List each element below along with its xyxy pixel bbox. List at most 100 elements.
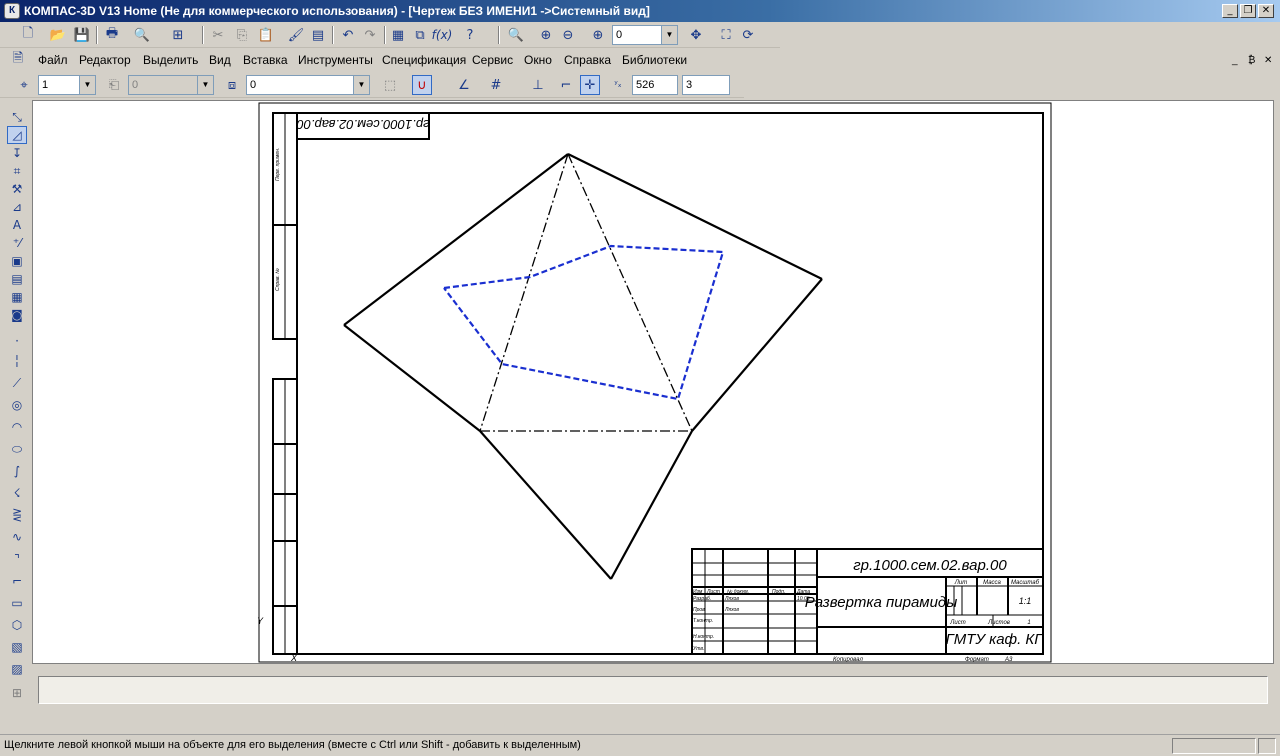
segment-icon[interactable]: ⟋ — [7, 374, 27, 392]
chamfer-icon[interactable]: ⌝ — [7, 550, 27, 568]
editing-icon[interactable]: ⚒ — [7, 180, 27, 198]
variables-icon[interactable]: f(x) — [432, 25, 453, 45]
separator — [498, 26, 500, 44]
menu-specification[interactable]: Спецификация — [382, 53, 466, 67]
lit-label: Лит — [954, 580, 967, 586]
layout-icon[interactable]: ⊞ — [168, 25, 188, 45]
auxiliary-line-icon[interactable]: ╎ — [7, 352, 27, 370]
zoom-scale-combo[interactable]: 0 ▼ — [612, 25, 678, 45]
format-label: Формат — [965, 657, 989, 663]
minimize-button[interactable]: _ — [1222, 4, 1238, 18]
point-icon[interactable]: · — [7, 332, 27, 350]
chevron-down-icon[interactable]: ▼ — [197, 76, 213, 94]
help-pointer-icon[interactable]: ? — [460, 25, 480, 45]
macro-icon[interactable]: ⊞ — [7, 684, 27, 702]
circle-icon[interactable]: ◎ — [7, 396, 27, 414]
zoom-window-icon[interactable]: 🔍 — [506, 25, 526, 45]
arc-icon[interactable]: ◠ — [7, 418, 27, 436]
zoom-in-icon[interactable]: ⊕ — [536, 25, 556, 45]
polygon-icon[interactable]: ⬡ — [7, 616, 27, 634]
menu-service[interactable]: Сервис — [472, 53, 513, 67]
copy-icon[interactable]: ⎘ — [232, 25, 252, 45]
menu-window[interactable]: Окно — [524, 53, 552, 67]
zoom-scale-icon[interactable]: ⊕ — [588, 25, 608, 45]
orthogonal-mode-icon[interactable]: ⌐ — [556, 75, 576, 95]
bezier-icon[interactable]: ∿ — [7, 528, 27, 546]
fillet-icon[interactable]: ⌐ — [7, 572, 27, 590]
layer-state-icon[interactable]: ⎗ — [104, 75, 124, 95]
row-doc: № докум. — [727, 589, 749, 595]
curve-icon[interactable]: ∫ — [7, 462, 27, 480]
library-icon[interactable]: ⧉ — [410, 25, 430, 45]
paste-icon[interactable]: 📋 — [256, 25, 276, 45]
associative-views-icon[interactable]: ▣ — [7, 252, 27, 270]
snap-step-icon[interactable]: ⌖ — [14, 75, 34, 95]
zoom-out-icon[interactable]: ⊖ — [558, 25, 578, 45]
chevron-down-icon[interactable]: ▼ — [661, 26, 677, 44]
fill-icon[interactable]: ▨ — [7, 660, 27, 678]
rectangle-icon[interactable]: ▭ — [7, 594, 27, 612]
magnet-snap-icon[interactable]: ∪ — [412, 75, 432, 95]
hatch-icon[interactable]: ▧ — [7, 638, 27, 656]
x-coordinate-field[interactable]: 526 — [632, 75, 678, 95]
nurbs-icon[interactable]: ☇ — [7, 484, 27, 502]
new-document-icon[interactable]: 🗋 — [18, 25, 38, 45]
ellipse-icon[interactable]: ⬭ — [7, 440, 27, 458]
step-combo[interactable]: 1 ▼ — [38, 75, 96, 95]
menu-file[interactable]: Файл — [38, 53, 68, 67]
drawing-canvas[interactable]: Перв. примен. Справ. № гр.1000.сем.02.ва… — [32, 100, 1274, 664]
menu-tools[interactable]: Инструменты — [298, 53, 373, 67]
style-combo[interactable]: 0 ▼ — [246, 75, 370, 95]
symbols-icon[interactable]: ⌗ — [7, 162, 27, 180]
y-coordinate-field[interactable]: 3 — [682, 75, 730, 95]
manager-icon[interactable]: ▦ — [388, 25, 408, 45]
doc-restore-button[interactable]: ₿ — [1248, 55, 1255, 66]
undo-icon[interactable]: ↶ — [338, 25, 358, 45]
polyline-icon[interactable]: ⋛ — [7, 506, 27, 524]
menu-select[interactable]: Выделить — [143, 53, 198, 67]
view-state-icon[interactable]: ⬚ — [380, 75, 400, 95]
menu-edit[interactable]: Редактор — [79, 53, 131, 67]
fit-view-icon[interactable]: ⛶ — [716, 25, 736, 45]
dimensions-icon[interactable]: ↧ — [7, 144, 27, 162]
preview-icon[interactable]: 🔍 — [132, 25, 152, 45]
geometry-panel-icon[interactable]: ⤡ — [7, 108, 27, 126]
specification-icon[interactable]: ▤ — [7, 270, 27, 288]
selection-icon[interactable]: ⁺⁄ — [7, 234, 27, 252]
scale-label: Масштаб — [1011, 580, 1040, 586]
parametrization-icon[interactable]: ⊿ — [7, 198, 27, 216]
local-cs-icon[interactable]: ⊥ — [528, 75, 548, 95]
insert-icon[interactable]: ◙ — [7, 306, 27, 324]
pan-icon[interactable]: ✥ — [686, 25, 706, 45]
doc-minimize-button[interactable]: _ — [1232, 55, 1238, 66]
save-icon[interactable]: 💾 — [72, 25, 92, 45]
format-brush-icon[interactable]: 🖌 — [286, 25, 306, 45]
print-icon[interactable]: 🖶 — [102, 25, 122, 45]
doc-close-button[interactable]: ✕ — [1264, 55, 1272, 66]
resize-grip-icon[interactable] — [1258, 738, 1276, 754]
layers-icon[interactable]: ⧈ — [222, 75, 242, 95]
restore-button[interactable]: ❐ — [1240, 4, 1256, 18]
menu-libraries[interactable]: Библиотеки — [622, 53, 687, 67]
measure-icon[interactable]: A — [7, 216, 27, 234]
menu-insert[interactable]: Вставка — [243, 53, 288, 67]
app-icon: К — [4, 3, 20, 19]
chevron-down-icon[interactable]: ▼ — [353, 76, 369, 94]
menu-view[interactable]: Вид — [209, 53, 231, 67]
reports-icon[interactable]: ▦ — [7, 288, 27, 306]
layer-combo[interactable]: 0 ▼ — [128, 75, 214, 95]
snap-toggle-icon[interactable]: ✛ — [580, 75, 600, 95]
grid-icon[interactable]: # — [486, 75, 506, 95]
redo-icon[interactable]: ↷ — [360, 25, 380, 45]
refresh-icon[interactable]: ⟳ — [738, 25, 758, 45]
close-button[interactable]: ✕ — [1258, 4, 1274, 18]
open-folder-icon[interactable]: 📂 — [48, 25, 68, 45]
property-field[interactable] — [38, 676, 1268, 704]
chevron-down-icon[interactable]: ▼ — [79, 76, 95, 94]
properties-icon[interactable]: ▤ — [308, 25, 328, 45]
menu-help[interactable]: Справка — [564, 53, 611, 67]
geometry-icon[interactable]: ◿ — [7, 126, 27, 144]
ortho-icon[interactable]: ∠ — [454, 75, 474, 95]
status-hint: Щелкните левой кнопкой мыши на объекте д… — [4, 739, 581, 751]
cut-icon[interactable]: ✂ — [208, 25, 228, 45]
